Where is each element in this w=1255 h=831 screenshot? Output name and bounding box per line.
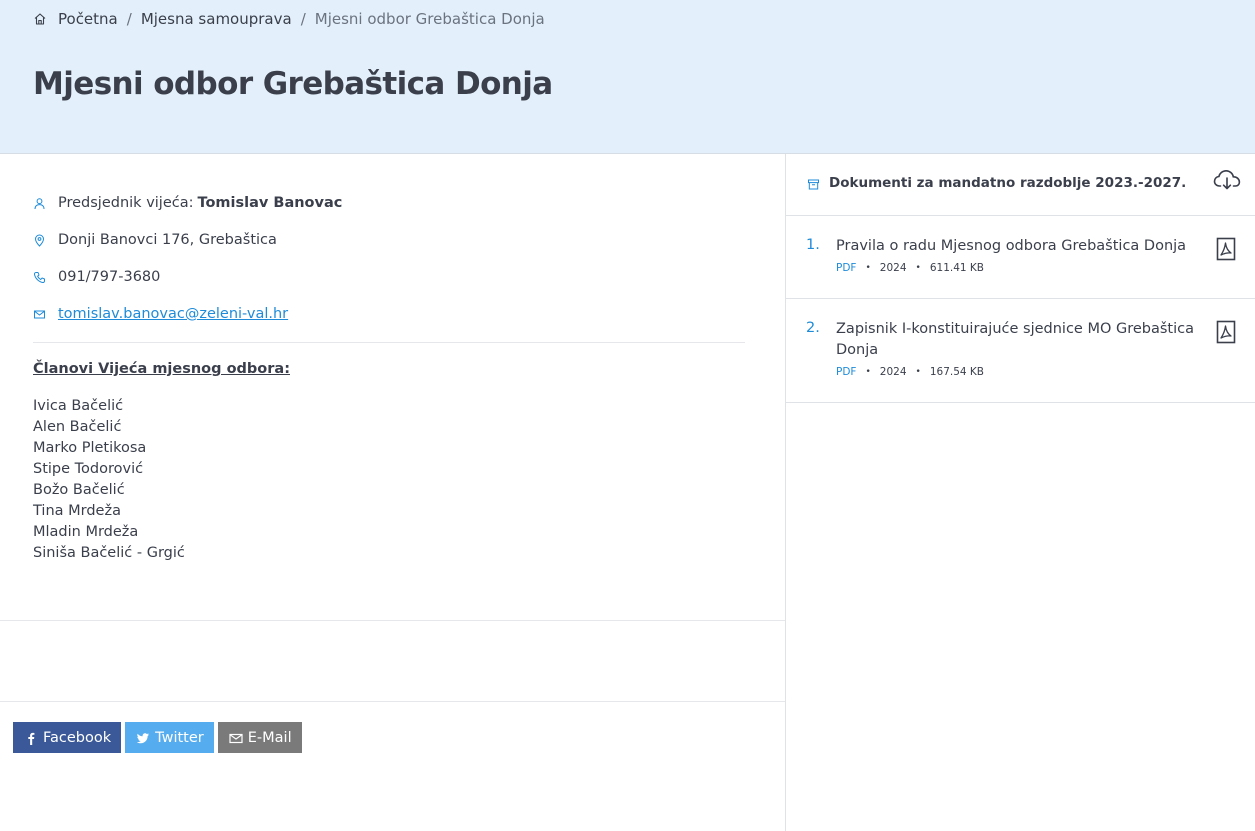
document-title[interactable]: Zapisnik I-konstituirajuće sjednice MO G… (836, 319, 1196, 361)
document-item[interactable]: 2. Zapisnik I-konstituirajuće sjednice M… (786, 299, 1255, 403)
member-item: Božo Bačelić (33, 482, 125, 498)
envelope-icon (229, 731, 243, 745)
share-facebook-button[interactable]: Facebook (13, 722, 122, 753)
address-row: Donji Banovci 176, Grebaštica (33, 232, 277, 248)
breadcrumb-separator: / (300, 10, 306, 28)
member-item: Ivica Bačelić (33, 398, 124, 414)
member-item: Siniša Bačelić - Grgić (33, 545, 185, 561)
main-content: Predsjednik vijeća: Tomislav Banovac Don… (0, 154, 785, 831)
address-text: Donji Banovci 176, Grebaštica (58, 232, 277, 248)
pdf-file-icon[interactable] (1216, 237, 1236, 261)
share-twitter-button[interactable]: Twitter (125, 722, 214, 753)
document-meta: PDF • 2024 • 611.41 KB (836, 262, 984, 274)
president-label: Predsjednik vijeća: (58, 195, 194, 211)
user-icon (33, 197, 46, 210)
member-item: Marko Pletikosa (33, 440, 147, 456)
documents-header: Dokumenti za mandatno razdoblje 2023.-20… (786, 154, 1255, 216)
section-divider (0, 620, 785, 621)
page-header: Početna / Mjesna samouprava / Mjesni odb… (0, 0, 1255, 154)
meta-separator: • (865, 367, 871, 377)
phone-text: 091/797-3680 (58, 269, 161, 285)
document-title[interactable]: Pravila o radu Mjesnog odbora Grebaštica… (836, 236, 1196, 257)
archive-icon (807, 178, 820, 191)
map-pin-icon (33, 234, 46, 247)
email-row: tomislav.banovac@zeleni-val.hr (33, 306, 288, 322)
breadcrumb-home-link[interactable]: Početna (58, 10, 118, 28)
document-number: 1. (806, 237, 820, 253)
document-size: 167.54 KB (929, 366, 984, 378)
breadcrumb-separator: / (126, 10, 132, 28)
document-year: 2024 (879, 366, 907, 378)
meta-separator: • (915, 263, 921, 273)
meta-separator: • (865, 263, 871, 273)
president-name: Tomislav Banovac (197, 195, 343, 211)
email-link[interactable]: tomislav.banovac@zeleni-val.hr (58, 306, 288, 322)
member-item: Stipe Todorović (33, 461, 144, 477)
twitter-icon (136, 731, 150, 745)
member-item: Tina Mrdeža (33, 503, 121, 519)
members-list: Ivica Bačelić Alen Bačelić Marko Pletiko… (33, 396, 185, 564)
phone-row: 091/797-3680 (33, 269, 160, 285)
home-icon[interactable] (33, 12, 47, 26)
document-type: PDF (836, 262, 857, 274)
document-meta: PDF • 2024 • 167.54 KB (836, 366, 984, 378)
president-row: Predsjednik vijeća: Tomislav Banovac (33, 195, 342, 211)
meta-separator: • (915, 367, 921, 377)
members-heading: Članovi Vijeća mjesnog odbora: (33, 361, 290, 377)
mail-icon (33, 308, 46, 321)
document-type: PDF (836, 366, 857, 378)
cloud-download-icon[interactable] (1212, 168, 1242, 192)
document-size: 611.41 KB (929, 262, 984, 274)
member-item: Alen Bačelić (33, 419, 122, 435)
documents-title: Dokumenti za mandatno razdoblje 2023.-20… (829, 175, 1187, 191)
documents-sidebar: Dokumenti za mandatno razdoblje 2023.-20… (785, 154, 1255, 831)
share-email-button[interactable]: E-Mail (217, 722, 302, 753)
breadcrumb-current: Mjesni odbor Grebaštica Donja (314, 10, 545, 28)
phone-icon (33, 271, 46, 284)
facebook-icon (24, 731, 38, 745)
breadcrumb-section-link[interactable]: Mjesna samouprava (141, 10, 292, 28)
page-title: Mjesni odbor Grebaštica Donja (33, 66, 553, 102)
member-item: Mladin Mrdeža (33, 524, 139, 540)
share-twitter-label: Twitter (155, 729, 204, 746)
divider (33, 342, 745, 343)
document-year: 2024 (879, 262, 907, 274)
breadcrumb: Početna / Mjesna samouprava / Mjesni odb… (33, 10, 545, 28)
share-facebook-label: Facebook (43, 729, 112, 746)
document-number: 2. (806, 320, 820, 336)
share-bar: Facebook Twitter E-Mail (13, 722, 302, 753)
pdf-file-icon[interactable] (1216, 320, 1236, 344)
section-divider (0, 701, 785, 702)
share-email-label: E-Mail (247, 729, 292, 746)
document-item[interactable]: 1. Pravila o radu Mjesnog odbora Grebašt… (786, 216, 1255, 299)
